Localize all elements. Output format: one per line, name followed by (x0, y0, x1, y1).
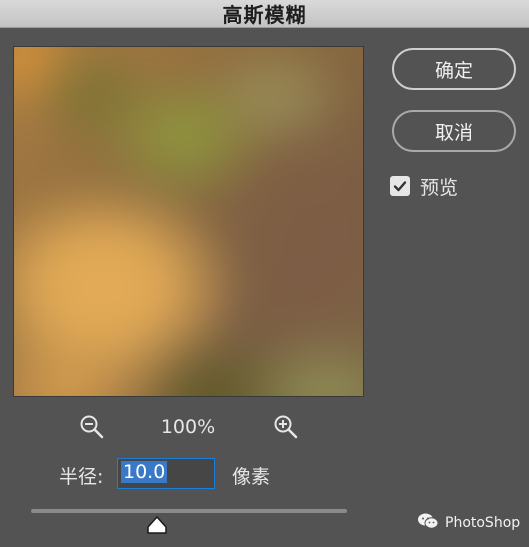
zoom-in-icon[interactable] (273, 414, 299, 440)
window-title: 高斯模糊 (222, 3, 307, 27)
preview-image[interactable] (13, 46, 364, 397)
checkbox-box[interactable] (390, 176, 410, 196)
watermark-text: PhotoShop (445, 515, 521, 531)
radius-input[interactable]: 10.0 (117, 458, 215, 489)
watermark: PhotoShop (417, 512, 520, 534)
cancel-button-label: 取消 (434, 121, 473, 144)
unit-label: 像素 (232, 466, 271, 488)
wechat-icon (417, 512, 439, 534)
radius-slider-track[interactable] (31, 509, 347, 513)
zoom-controls: 100% (13, 410, 364, 442)
radius-slider-thumb[interactable] (146, 515, 168, 535)
preview-checkbox[interactable]: 预览 (390, 174, 459, 199)
ok-button-label: 确定 (434, 59, 473, 82)
preview-label: 预览 (420, 176, 459, 199)
zoom-out-icon[interactable] (79, 414, 105, 440)
check-icon (393, 181, 407, 192)
zoom-level: 100% (160, 416, 216, 438)
radius-value[interactable]: 10.0 (121, 461, 168, 483)
cancel-button[interactable]: 取消 (392, 110, 516, 152)
ok-button[interactable]: 确定 (392, 48, 516, 90)
radius-label: 半径: (59, 466, 104, 488)
blurred-preview-content (14, 47, 363, 396)
title-bar: 高斯模糊 (0, 0, 529, 28)
